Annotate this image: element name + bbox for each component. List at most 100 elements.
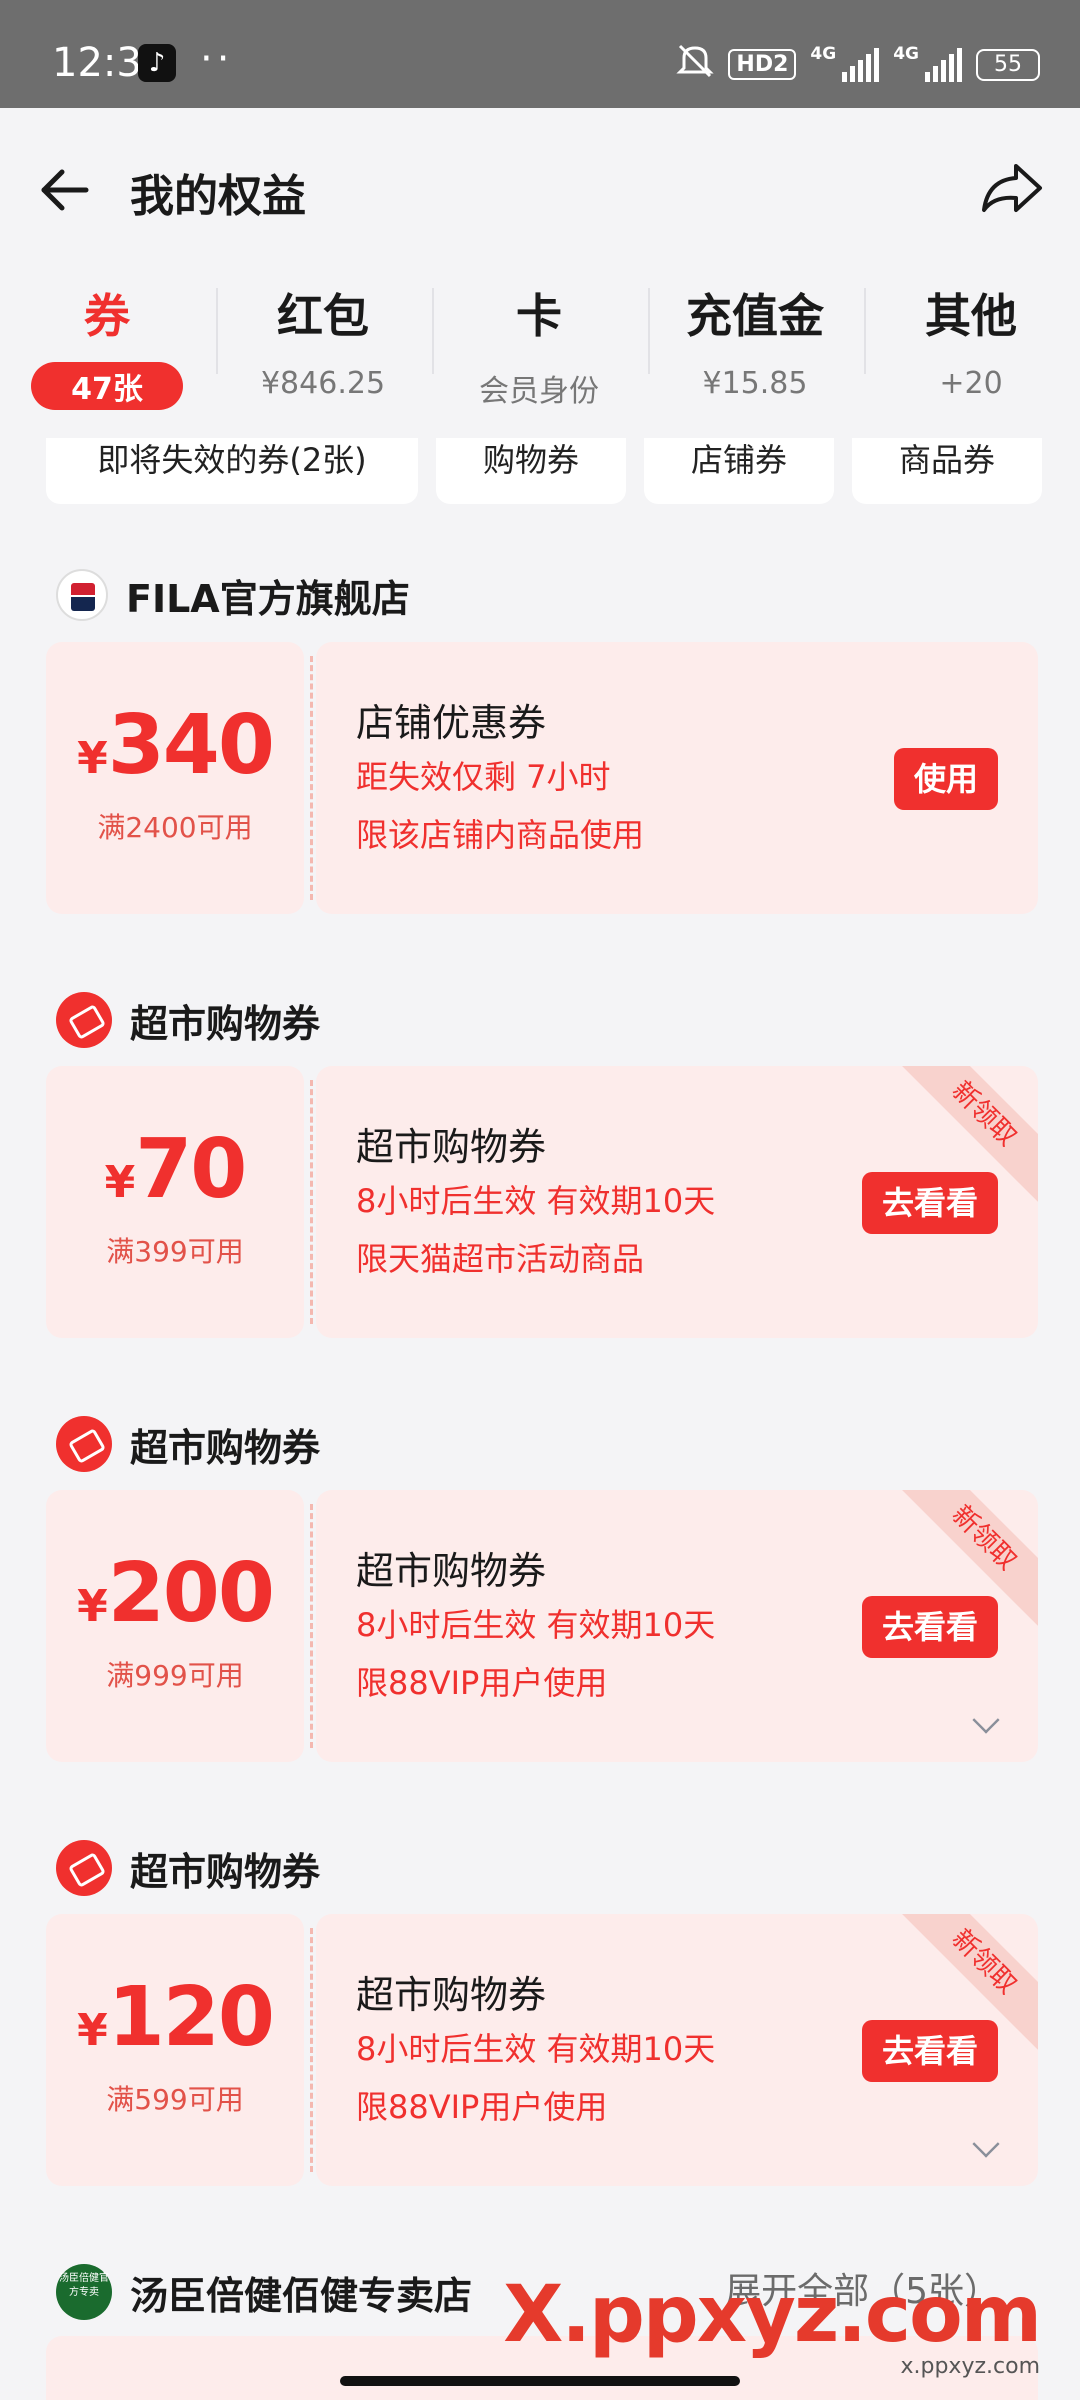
currency-symbol: ¥ xyxy=(77,2005,108,2056)
filter-store[interactable]: 店铺券 xyxy=(644,438,834,504)
coupon-divider xyxy=(310,656,313,900)
coupon-value-panel: ¥340 满2400可用 xyxy=(46,642,304,914)
back-arrow-icon[interactable] xyxy=(36,162,92,218)
tab-divider xyxy=(864,288,866,374)
coupon-card: ¥120 满599可用 新领取 超市购物券 8小时后生效 有效期10天 限88V… xyxy=(46,1914,1038,2186)
filter-product[interactable]: 商品券 xyxy=(852,438,1042,504)
coupon-card: ¥200 满999可用 新领取 超市购物券 8小时后生效 有效期10天 限88V… xyxy=(46,1490,1038,1762)
coupon-info-panel: 新领取 超市购物券 8小时后生效 有效期10天 限88VIP用户使用 去看看 xyxy=(316,1490,1038,1762)
currency-symbol: ¥ xyxy=(77,1581,108,1632)
coupon-info-panel: 新领取 超市购物券 8小时后生效 有效期10天 限天猫超市活动商品 去看看 xyxy=(316,1066,1038,1338)
benefit-tabs: 券 47张 红包 ¥846.25 卡 会员身份 充值金 ¥15.85 其他 +2… xyxy=(0,268,1080,438)
tab-label: 充值金 xyxy=(686,289,824,343)
filter-expiring[interactable]: 即将失效的券(2张) xyxy=(46,438,418,504)
coupon-divider xyxy=(310,1928,313,2172)
coupon-title: 超市购物券 xyxy=(356,1549,547,1593)
net-type-1: 4G xyxy=(810,44,837,64)
coupon-amount: ¥120 xyxy=(46,1970,304,2065)
coupon-info-panel: 店铺优惠券 距失效仅剩 7小时 限该店铺内商品使用 使用 xyxy=(316,642,1038,914)
coupon-card: ¥340 满2400可用 店铺优惠券 距失效仅剩 7小时 限该店铺内商品使用 使… xyxy=(46,642,1038,914)
store-header[interactable]: 汤臣倍健官方专卖 汤臣倍健佰健专卖店 xyxy=(56,2262,472,2322)
currency-symbol: ¥ xyxy=(104,1157,136,1208)
tab-label: 券 xyxy=(84,289,130,343)
coupon-divider xyxy=(310,1080,313,1324)
tab-divider xyxy=(216,288,218,374)
signal-icon-2 xyxy=(925,47,962,82)
store-header[interactable]: FILA官方旗舰店 xyxy=(56,565,410,625)
coupon-validity: 8小时后生效 有效期10天 xyxy=(356,1606,716,1644)
tab-other[interactable]: 其他 +20 xyxy=(871,280,1071,401)
chevron-down-icon[interactable] xyxy=(972,2130,1000,2158)
watermark: X.ppxyz.com xyxy=(503,2270,1042,2360)
store-header[interactable]: 超市购物券 xyxy=(56,1838,320,1898)
coupon-value-panel: ¥200 满999可用 xyxy=(46,1490,304,1762)
coupon-amount: ¥340 xyxy=(46,698,304,793)
store-logo-icon: 汤臣倍健官方专卖 xyxy=(56,2264,112,2320)
coupon-validity: 距失效仅剩 7小时 xyxy=(356,758,611,796)
tab-label: 卡 xyxy=(516,289,562,343)
amount-value: 200 xyxy=(107,1546,275,1641)
amount-value: 340 xyxy=(107,698,275,793)
coupon-validity: 8小时后生效 有效期10天 xyxy=(356,1182,716,1220)
status-dots: ·· xyxy=(200,36,234,82)
battery-icon: 55 xyxy=(976,48,1040,81)
coupon-value-panel: ¥120 满599可用 xyxy=(46,1914,304,2186)
share-icon[interactable] xyxy=(980,160,1044,216)
tab-red-packets[interactable]: 红包 ¥846.25 xyxy=(223,280,423,401)
supermarket-ticket-icon xyxy=(56,1416,112,1472)
supermarket-ticket-icon xyxy=(56,992,112,1048)
coupon-title: 超市购物券 xyxy=(356,1125,547,1169)
tiktok-icon: ♪ xyxy=(138,44,176,82)
chevron-down-icon[interactable] xyxy=(972,1706,1000,1734)
coupon-scope: 限该店铺内商品使用 xyxy=(356,816,645,854)
store-header[interactable]: 超市购物券 xyxy=(56,1414,320,1474)
view-coupon-button[interactable]: 去看看 xyxy=(861,2020,998,2082)
supermarket-ticket-icon xyxy=(56,1840,112,1896)
tab-sub: +20 xyxy=(939,366,1003,401)
status-bar: 12:31 ♪ ·· HD2 4G 4G 55 xyxy=(0,0,1080,108)
coupon-amount: ¥70 xyxy=(46,1122,304,1217)
page-title: 我的权益 xyxy=(130,171,306,222)
filter-shopping[interactable]: 购物券 xyxy=(436,438,626,504)
coupon-condition: 满399可用 xyxy=(106,1235,244,1268)
coupon-value-panel: ¥70 满399可用 xyxy=(46,1066,304,1338)
fila-logo-icon xyxy=(56,569,108,621)
view-coupon-button[interactable]: 去看看 xyxy=(861,1596,998,1658)
coupon-card: ¥70 满399可用 新领取 超市购物券 8小时后生效 有效期10天 限天猫超市… xyxy=(46,1066,1038,1338)
coupon-condition: 满599可用 xyxy=(106,2083,244,2116)
signal-icon xyxy=(842,47,880,82)
amount-value: 70 xyxy=(135,1122,247,1217)
tab-sub: 会员身份 xyxy=(479,374,599,409)
filter-chips: 即将失效的券(2张) 购物券 店铺券 商品券 xyxy=(0,438,1080,506)
coupon-amount: ¥200 xyxy=(46,1546,304,1641)
currency-symbol: ¥ xyxy=(77,733,108,784)
header: 我的权益 xyxy=(0,108,1080,268)
coupon-scope: 限88VIP用户使用 xyxy=(356,1664,608,1702)
tab-cards[interactable]: 卡 会员身份 xyxy=(439,280,639,410)
mute-icon xyxy=(676,44,715,85)
use-coupon-button[interactable]: 使用 xyxy=(893,748,998,810)
tab-label: 红包 xyxy=(277,289,369,343)
store-name: 汤臣倍健佰健专卖店 xyxy=(130,2273,473,2318)
tab-sub: ¥846.25 xyxy=(260,366,386,401)
watermark-sub: x.ppxyz.com xyxy=(900,2354,1040,2379)
tab-label: 其他 xyxy=(925,289,1017,343)
coupon-info-panel: 新领取 超市购物券 8小时后生效 有效期10天 限88VIP用户使用 去看看 xyxy=(316,1914,1038,2186)
amount-value: 120 xyxy=(107,1970,275,2065)
tab-sub: ¥15.85 xyxy=(702,366,808,401)
tab-topup[interactable]: 充值金 ¥15.85 xyxy=(655,280,855,401)
view-coupon-button[interactable]: 去看看 xyxy=(861,1172,998,1234)
tab-divider xyxy=(432,288,434,374)
store-name: 超市购物券 xyxy=(130,1425,321,1470)
store-name: FILA官方旗舰店 xyxy=(126,576,410,621)
net-type-2: 4G xyxy=(893,44,919,64)
hd-icon: HD2 xyxy=(728,49,797,80)
coupon-scope: 限天猫超市活动商品 xyxy=(356,1240,645,1278)
coupon-condition: 满2400可用 xyxy=(97,811,253,844)
tab-coupons[interactable]: 券 47张 xyxy=(7,280,207,410)
store-name: 超市购物券 xyxy=(130,1001,321,1046)
coupon-scope: 限88VIP用户使用 xyxy=(356,2088,608,2126)
home-indicator[interactable] xyxy=(340,2376,740,2386)
tab-divider xyxy=(648,288,650,374)
store-header[interactable]: 超市购物券 xyxy=(56,990,320,1050)
